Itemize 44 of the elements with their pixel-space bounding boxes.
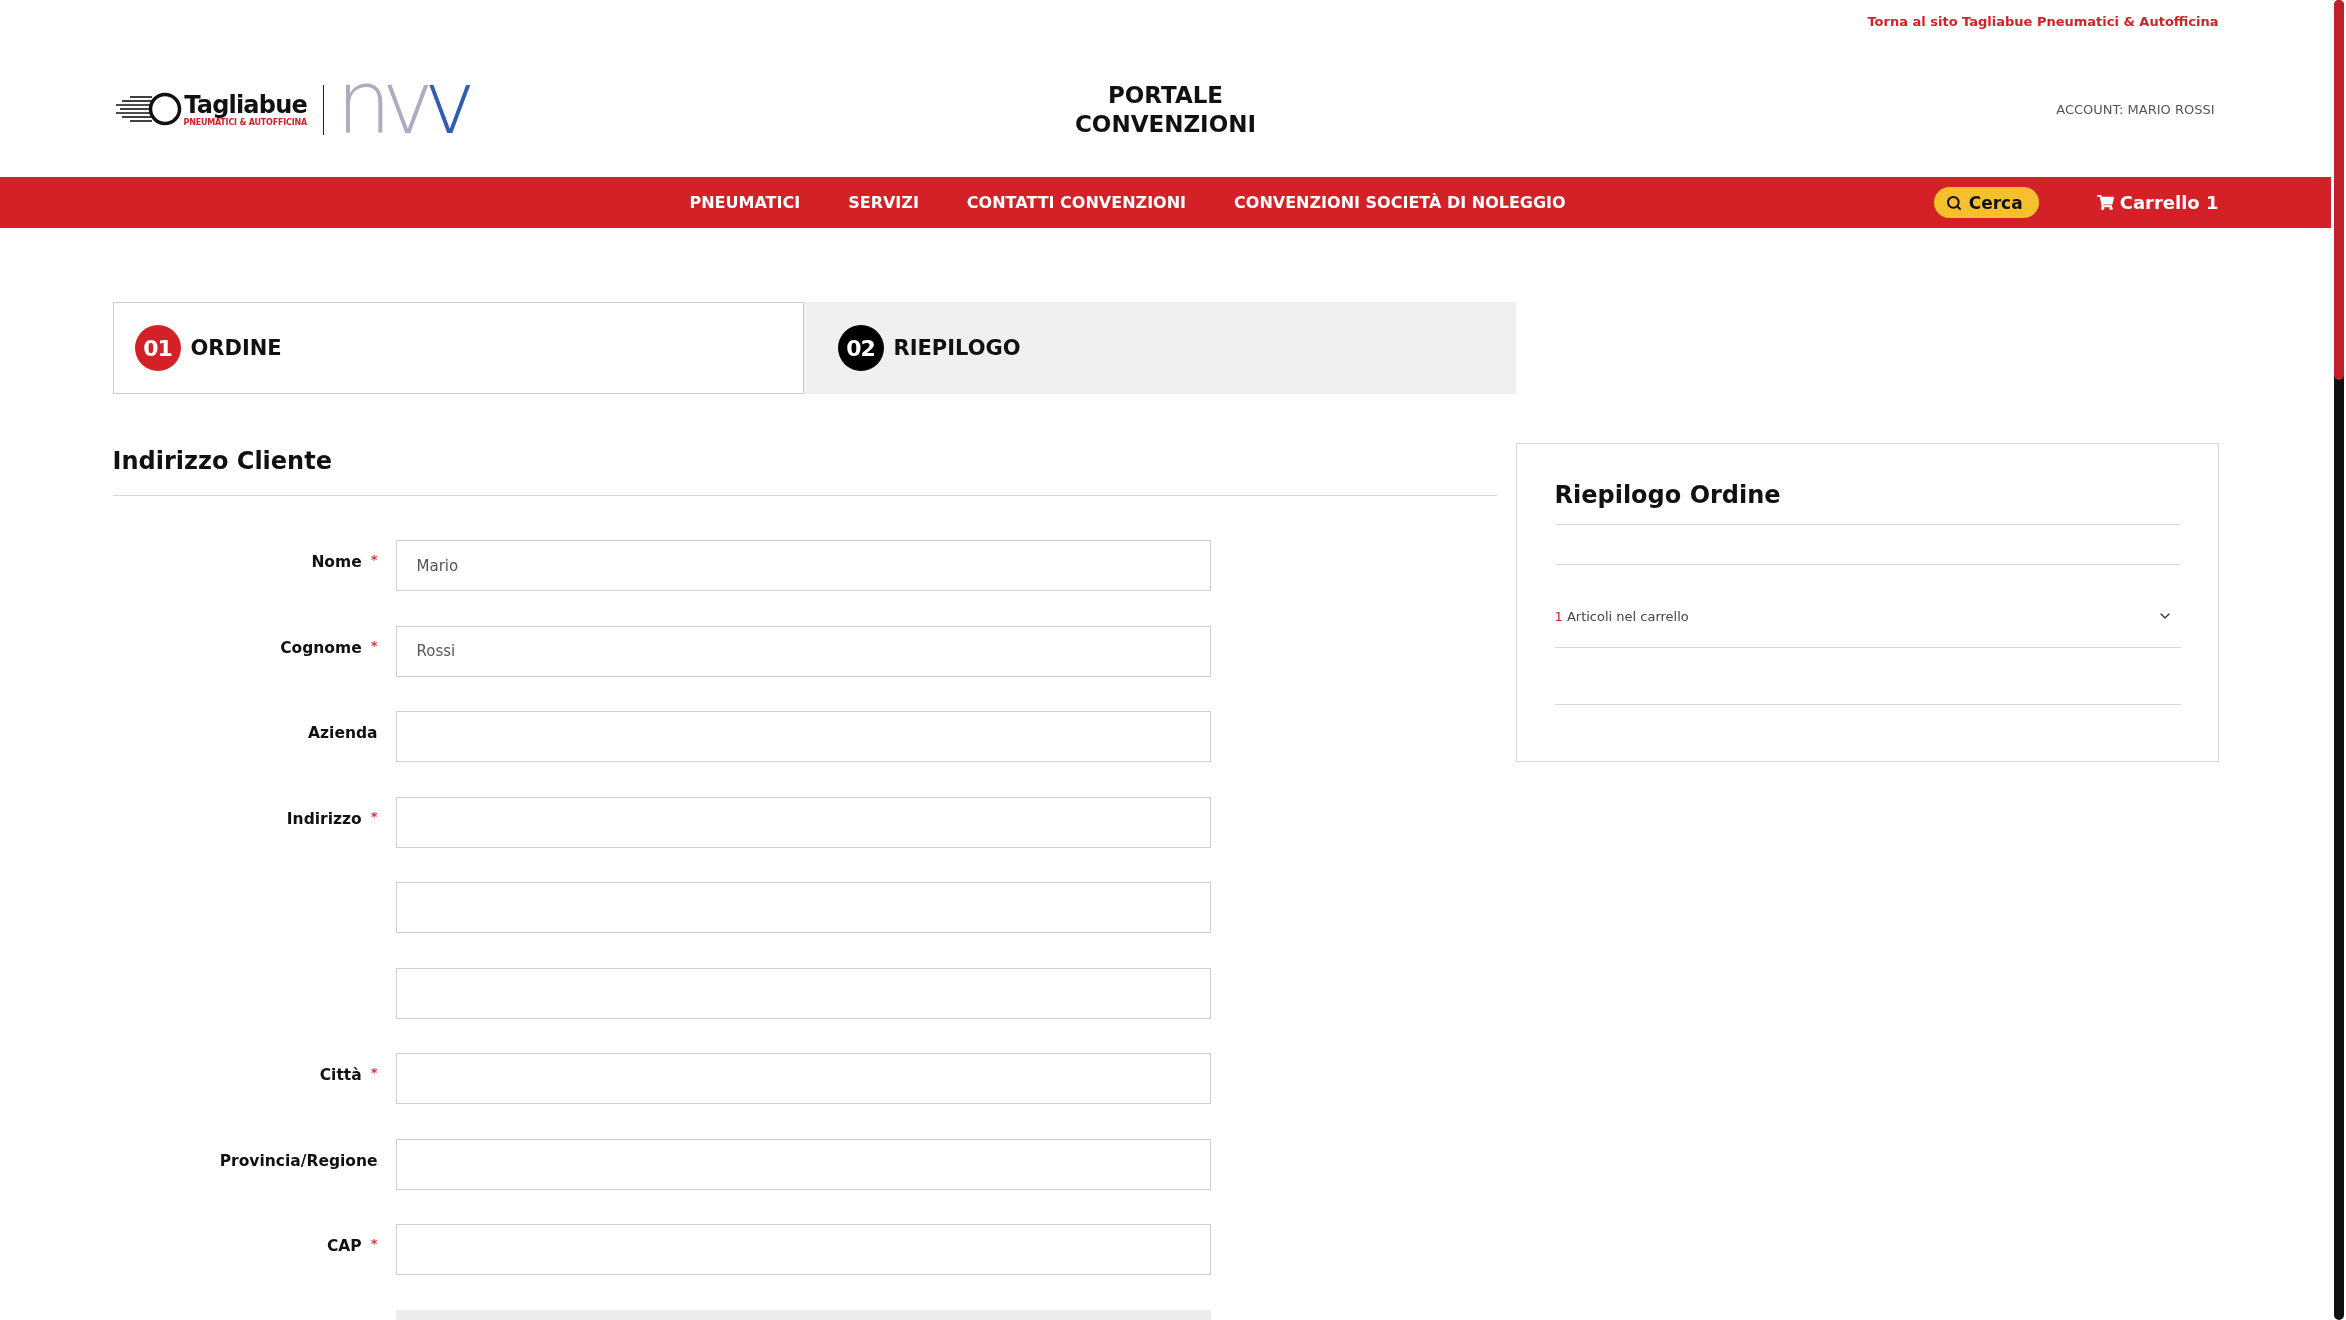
- step-number: 01: [134, 325, 181, 371]
- required-asterisk: *: [370, 808, 378, 825]
- summary-title: Riepilogo Ordine: [1554, 480, 1782, 510]
- nav-link[interactable]: SERVIZI: [848, 193, 919, 212]
- cart-icon: [2096, 194, 2114, 211]
- cart-button[interactable]: Carrello 1: [2096, 192, 2219, 213]
- field-label: Provincia/Regione: [219, 1150, 378, 1171]
- nav-link[interactable]: CONTATTI CONVENZIONI: [966, 193, 1187, 212]
- text-field[interactable]: [395, 967, 1211, 1019]
- field-label: Indirizzo: [286, 808, 362, 829]
- required-asterisk: *: [370, 552, 378, 568]
- text-field[interactable]: [395, 1138, 1211, 1190]
- step-tab[interactable]: 02 RIEPILOGO: [803, 302, 1516, 394]
- required-asterisk: *: [370, 1236, 378, 1252]
- section-title: Indirizzo Cliente: [112, 446, 333, 477]
- brand-name: Tagliabue: [184, 91, 307, 118]
- text-field[interactable]: Mario: [395, 540, 1211, 591]
- text-field[interactable]: Rossi: [395, 625, 1211, 677]
- required-asterisk: *: [370, 1065, 378, 1081]
- back-to-site-link[interactable]: Torna al sito Tagliabue Pneumatici & Autofficina: [1867, 13, 2219, 29]
- field-label: Cognome: [280, 637, 362, 658]
- step-number: 02: [837, 325, 884, 371]
- scrollbar-thumb[interactable]: [2333, 0, 2344, 380]
- cart-items-toggle[interactable]: 1 Articoli nel carrello: [1554, 565, 2181, 647]
- search-icon: [1945, 194, 1962, 211]
- nav-link[interactable]: PNEUMATICI: [689, 193, 801, 212]
- field-label: Azienda: [308, 723, 378, 743]
- text-field[interactable]: [395, 711, 1211, 762]
- search-button[interactable]: Cerca: [1933, 187, 2039, 218]
- scrollbar[interactable]: [2333, 0, 2344, 1320]
- step-tab[interactable]: 01 ORDINE: [112, 302, 804, 394]
- field-label: CAP: [326, 1236, 362, 1256]
- field-label: Nome: [311, 552, 362, 572]
- account-label: ACCOUNT: MARIO ROSSI: [2056, 102, 2215, 117]
- text-field[interactable]: [395, 1224, 1211, 1275]
- brand-tagline: PNEUMATICI & AUTOFFICINA: [183, 117, 307, 128]
- required-asterisk: *: [370, 637, 378, 654]
- nav-link[interactable]: CONVENZIONI SOCIETÀ DI NOLEGGIO: [1234, 193, 1566, 212]
- partner-logo: nvv: [335, 85, 476, 134]
- text-field[interactable]: [395, 1053, 1211, 1104]
- field-label: Città: [319, 1065, 362, 1085]
- text-field[interactable]: [395, 796, 1211, 848]
- text-field[interactable]: [395, 882, 1211, 933]
- portal-title: PORTALE CONVENZIONI: [1075, 80, 1256, 139]
